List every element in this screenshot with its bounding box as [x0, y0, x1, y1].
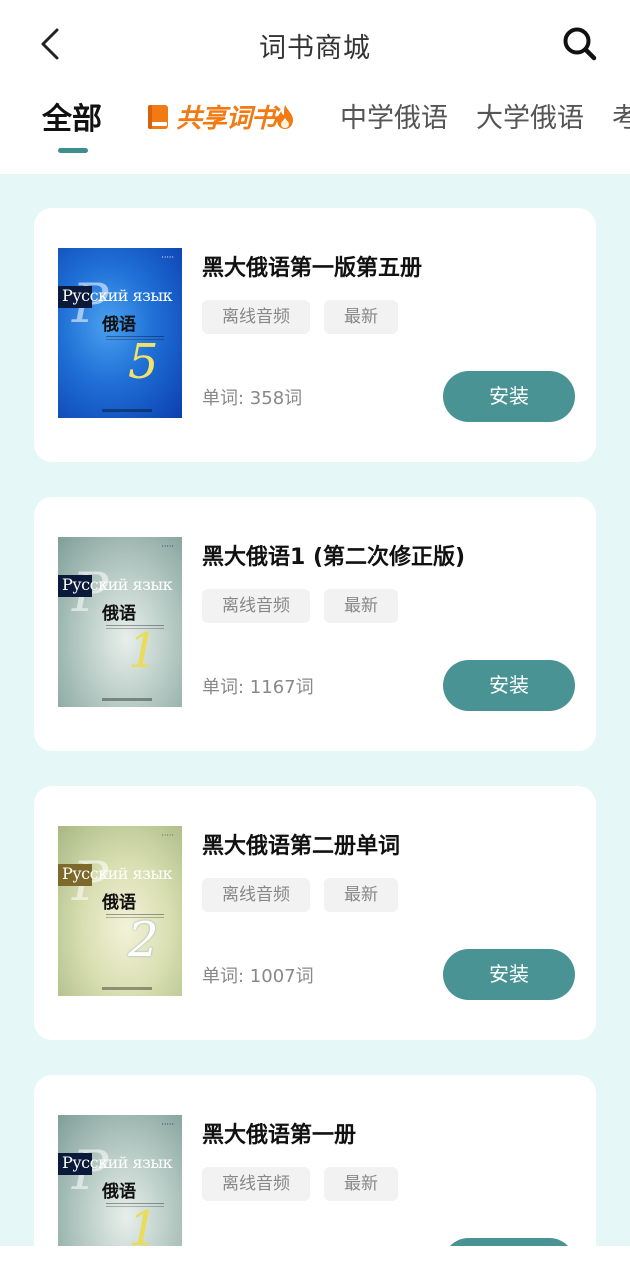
- tab-shared-label: 共享词书: [176, 104, 277, 134]
- install-button[interactable]: 安装: [443, 371, 575, 422]
- search-button[interactable]: [558, 22, 602, 66]
- tag-newest: 最新: [324, 878, 398, 912]
- word-count: 单词: 1167词: [202, 677, 314, 698]
- book-cover: ····· P Русский язык 俄语 1: [58, 1115, 182, 1246]
- tab-university-russian[interactable]: 大学俄语: [476, 96, 584, 135]
- book-title: 黑大俄语第二册单词: [202, 834, 401, 859]
- book-title: 黑大俄语第一版第五册: [202, 256, 423, 281]
- book-icon: [148, 104, 168, 129]
- tab-shared-wordbooks[interactable]: 共享词书: [146, 98, 294, 135]
- category-tabs: 全部 共享词书 中学俄语 大学俄语 考: [0, 86, 630, 174]
- install-button[interactable]: 安装: [443, 660, 575, 711]
- search-icon: [563, 27, 597, 61]
- book-cover: ····· P Русский язык 俄语 2: [58, 826, 182, 996]
- tag-offline-audio: 离线音频: [202, 589, 310, 623]
- tag-offline-audio: 离线音频: [202, 300, 310, 334]
- bottom-edge: [0, 1246, 630, 1280]
- top-bar: 词书商城: [0, 0, 630, 86]
- word-count: 单词: 1007词: [202, 966, 314, 987]
- tab-exam[interactable]: 考: [612, 96, 630, 135]
- tag-offline-audio: 离线音频: [202, 1167, 310, 1201]
- tag-offline-audio: 离线音频: [202, 878, 310, 912]
- book-card[interactable]: ····· P Русский язык 俄语 2 黑大俄语第二册单词 离线音频…: [34, 786, 596, 1040]
- book-cover: ····· P Русский язык 俄语 5: [58, 248, 182, 418]
- book-card[interactable]: ····· P Русский язык 俄语 1 黑大俄语1 (第二次修正版)…: [34, 497, 596, 751]
- tag-newest: 最新: [324, 589, 398, 623]
- tag-newest: 最新: [324, 300, 398, 334]
- book-title: 黑大俄语1 (第二次修正版): [202, 545, 466, 570]
- active-tab-indicator: [58, 148, 88, 153]
- install-button[interactable]: [443, 1238, 575, 1246]
- book-title: 黑大俄语第一册: [202, 1123, 357, 1148]
- tab-all[interactable]: 全部: [42, 94, 102, 138]
- install-button[interactable]: 安装: [443, 949, 575, 1000]
- page-title: 词书商城: [259, 33, 371, 64]
- book-cover: ····· P Русский язык 俄语 1: [58, 537, 182, 707]
- book-card[interactable]: ····· P Русский язык 俄语 5 黑大俄语第一版第五册 离线音…: [34, 208, 596, 462]
- book-list: ····· P Русский язык 俄语 5 黑大俄语第一版第五册 离线音…: [0, 174, 630, 1246]
- book-card[interactable]: ····· P Русский язык 俄语 1 黑大俄语第一册 离线音频 最…: [34, 1075, 596, 1246]
- word-count: 单词: 358词: [202, 388, 303, 409]
- tab-middle-school-russian[interactable]: 中学俄语: [340, 96, 448, 135]
- flame-icon: [277, 104, 294, 129]
- tag-newest: 最新: [324, 1167, 398, 1201]
